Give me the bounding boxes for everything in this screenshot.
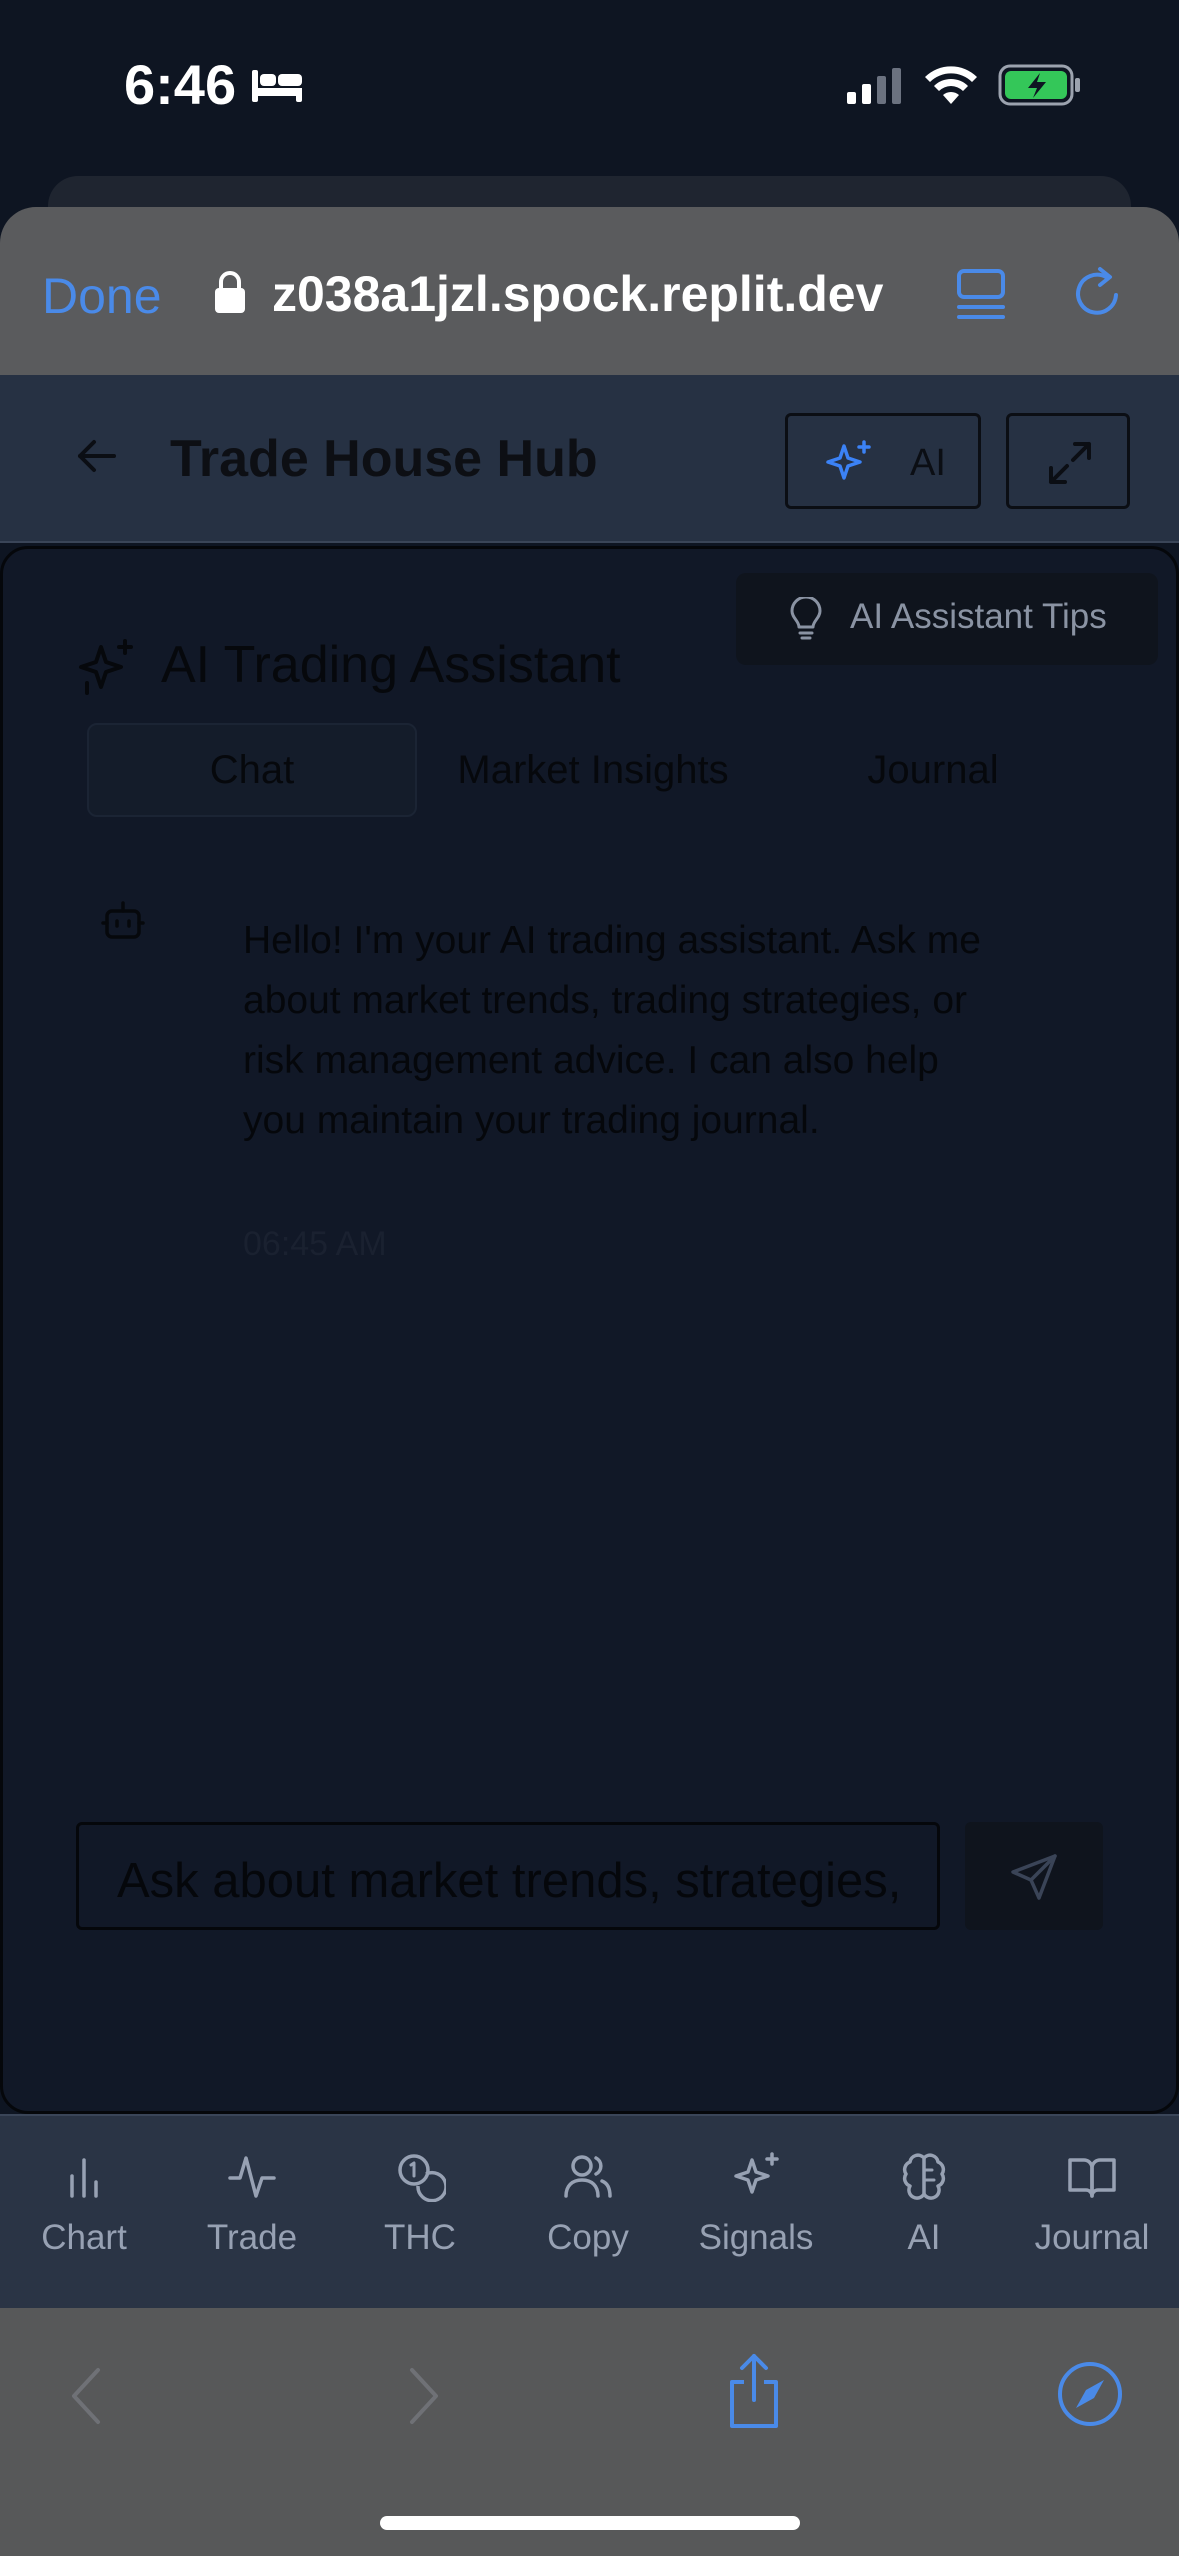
fullscreen-button[interactable] bbox=[1006, 413, 1130, 509]
send-button[interactable] bbox=[965, 1822, 1103, 1930]
battery-charging-icon bbox=[998, 64, 1080, 106]
sparkles-icon bbox=[826, 440, 871, 480]
activity-icon bbox=[228, 2156, 276, 2198]
users-icon bbox=[564, 2155, 612, 2198]
lock-icon bbox=[215, 271, 245, 313]
sleep-bed-icon bbox=[252, 70, 302, 102]
bottom-nav: Chart Trade THC Copy Signals AI Journal bbox=[0, 2114, 1179, 2308]
share-icon[interactable] bbox=[722, 2352, 786, 2430]
app-header: Trade House Hub AI bbox=[0, 375, 1179, 543]
forward-icon[interactable] bbox=[404, 2364, 444, 2428]
app-title: Trade House Hub bbox=[170, 430, 598, 488]
wifi-icon bbox=[925, 66, 977, 104]
status-bar: 6:46 bbox=[0, 0, 1179, 175]
nav-label: AI bbox=[907, 2218, 941, 2257]
tab-journal[interactable]: Journal bbox=[769, 723, 1097, 817]
nav-item-chart[interactable]: Chart bbox=[9, 2150, 159, 2280]
nav-label: THC bbox=[384, 2218, 456, 2257]
browser-toolbar: Done z038a1jzl.spock.replit.dev bbox=[0, 207, 1179, 375]
nav-label: Signals bbox=[698, 2218, 814, 2257]
back-icon[interactable] bbox=[66, 2364, 106, 2428]
ai-button-label: AI bbox=[910, 442, 946, 484]
ai-assistant-tips-button[interactable]: AI Assistant Tips bbox=[736, 573, 1158, 665]
tab-market-insights[interactable]: Market Insights bbox=[423, 723, 763, 817]
ai-toggle-button[interactable]: AI bbox=[785, 413, 981, 509]
brain-icon bbox=[902, 2153, 946, 2200]
assistant-message: Hello! I'm your AI trading assistant. As… bbox=[243, 919, 981, 1142]
bot-icon bbox=[101, 901, 145, 939]
nav-label: Chart bbox=[41, 2218, 127, 2257]
message-timestamp: 06:45 AM bbox=[243, 1225, 387, 1263]
tips-label: AI Assistant Tips bbox=[850, 597, 1107, 636]
lightbulb-icon bbox=[790, 597, 822, 640]
reader-icon[interactable] bbox=[955, 265, 1007, 321]
assistant-panel: AI Assistant Tips AI Trading Assistant C… bbox=[0, 546, 1179, 2114]
panel-title: AI Trading Assistant bbox=[161, 636, 621, 694]
back-arrow-icon[interactable] bbox=[74, 433, 120, 479]
cellular-signal-icon bbox=[847, 68, 901, 104]
nav-item-thc[interactable]: THC bbox=[345, 2150, 495, 2280]
nav-item-trade[interactable]: Trade bbox=[177, 2150, 327, 2280]
chat-input-text: Ask about market trends, strategies, bbox=[117, 1854, 902, 1908]
nav-item-copy[interactable]: Copy bbox=[513, 2150, 663, 2280]
coins-icon bbox=[398, 2154, 446, 2202]
nav-label: Trade bbox=[206, 2218, 298, 2257]
book-icon bbox=[1068, 2158, 1116, 2198]
nav-item-journal[interactable]: Journal bbox=[1017, 2150, 1167, 2280]
nav-label: Copy bbox=[547, 2218, 629, 2257]
sparkles-icon bbox=[79, 639, 133, 695]
sparkles-icon bbox=[734, 2152, 779, 2194]
status-time: 6:46 bbox=[124, 53, 237, 116]
done-button[interactable]: Done bbox=[42, 267, 162, 325]
home-indicator bbox=[380, 2516, 800, 2530]
tab-chat[interactable]: Chat bbox=[87, 723, 417, 817]
send-icon bbox=[1011, 1854, 1057, 1900]
nav-label: Journal bbox=[1034, 2218, 1150, 2257]
url-address-field[interactable]: z038a1jzl.spock.replit.dev bbox=[272, 265, 883, 323]
reload-icon[interactable] bbox=[1070, 265, 1126, 321]
expand-icon bbox=[1049, 442, 1091, 484]
nav-item-signals[interactable]: Signals bbox=[681, 2150, 831, 2280]
bar-chart-icon bbox=[70, 2158, 98, 2198]
nav-item-ai[interactable]: AI bbox=[849, 2150, 999, 2280]
compass-icon[interactable] bbox=[1056, 2360, 1124, 2428]
assistant-tabs: Chat Market Insights Journal bbox=[87, 723, 1097, 817]
chat-input[interactable]: Ask about market trends, strategies, bbox=[76, 1822, 940, 1930]
